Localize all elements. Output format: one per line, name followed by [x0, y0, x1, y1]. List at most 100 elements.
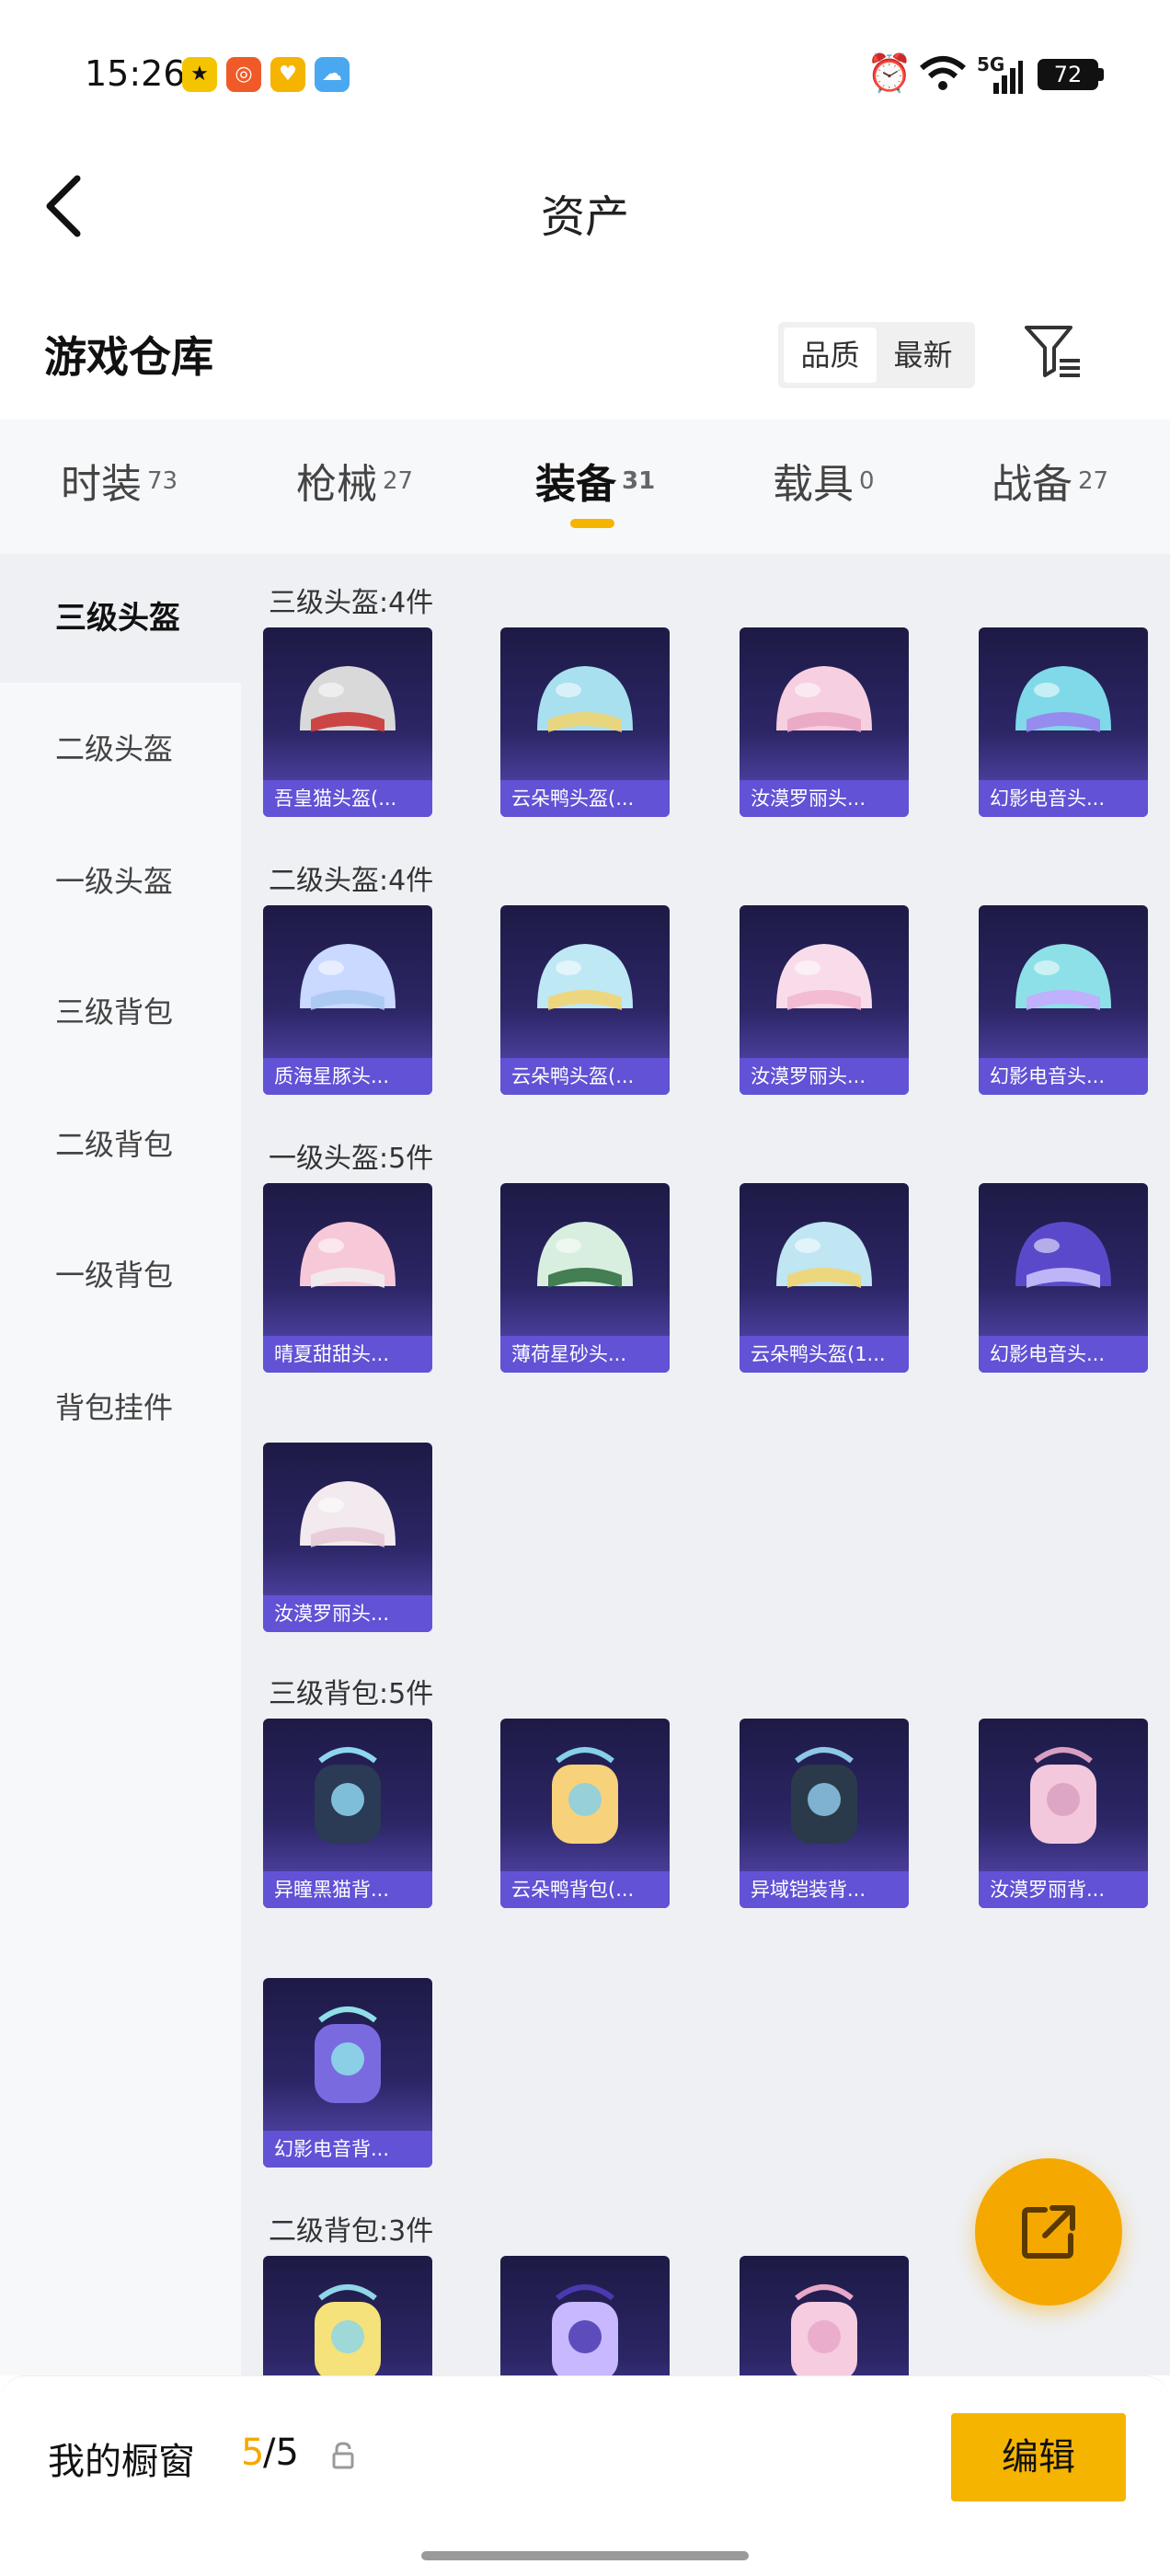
battery-icon: 72: [1038, 59, 1098, 90]
helmet-icon: [776, 666, 872, 732]
sidebar-item-level1-backpack[interactable]: 一级背包: [0, 1211, 241, 1340]
item-card[interactable]: 薄荷星砂头...: [500, 1183, 670, 1373]
item-name: 吾皇猫头盔(...: [263, 780, 432, 817]
tab-equipment[interactable]: 装备 31: [535, 451, 655, 510]
group-label: 二级背包:3件: [269, 2215, 434, 2248]
item-name: 汝漠罗丽头...: [263, 1595, 432, 1632]
tab-label: 战备: [992, 461, 1072, 508]
item-card[interactable]: 异域铠装背...: [740, 1719, 909, 1908]
share-icon: [1022, 2205, 1075, 2259]
tab-count: 27: [1078, 467, 1109, 495]
sort-quality-button[interactable]: 品质: [784, 328, 877, 383]
item-card[interactable]: 云朵鸭头盔(...: [500, 627, 670, 817]
alarm-icon: ⏰: [866, 52, 912, 95]
backpack-icon: [791, 2284, 857, 2375]
tab-count: 27: [383, 467, 414, 495]
item-card[interactable]: 吾皇猫头盔(...: [263, 627, 432, 817]
filter-icon[interactable]: [1023, 322, 1082, 381]
item-name: 汝漠罗丽背...: [979, 1871, 1148, 1908]
helmet-icon: [300, 1222, 396, 1288]
item-name: 异瞳黑猫背...: [263, 1871, 432, 1908]
sidebar-item-level2-backpack[interactable]: 二级背包: [0, 1080, 241, 1209]
tab-supplies[interactable]: 战备 27: [992, 451, 1108, 510]
group-label: 一级头盔:5件: [269, 1143, 434, 1175]
showcase-label: 我的橱窗: [48, 2441, 195, 2483]
tab-label: 枪械: [296, 461, 377, 508]
helmet-icon: [1015, 1222, 1111, 1288]
app-notification-icon: ♥: [270, 57, 305, 92]
item-card[interactable]: 幻影电音背...: [263, 1978, 432, 2168]
item-name: 汝漠罗丽头...: [740, 780, 909, 817]
item-name: 异域铠装背...: [740, 1871, 909, 1908]
item-card[interactable]: 汝漠罗丽背...: [979, 1719, 1148, 1908]
item-name: 晴夏甜甜头...: [263, 1336, 432, 1373]
lock-icon: [332, 2442, 354, 2469]
helmet-icon: [776, 944, 872, 1010]
group-label: 三级头盔:4件: [269, 587, 434, 619]
backpack-icon: [315, 2284, 381, 2375]
backpack-icon: [315, 1747, 381, 1844]
helmet-icon: [1015, 666, 1111, 732]
item-name: 幻影电音头...: [979, 780, 1148, 817]
item-name: 云朵鸭背包(...: [500, 1871, 670, 1908]
sort-toggle: 品质 最新: [778, 322, 975, 388]
item-name: 云朵鸭头盔(...: [500, 1058, 670, 1095]
item-card[interactable]: [263, 2256, 432, 2375]
item-card[interactable]: 幻影电音头...: [979, 627, 1148, 817]
subcategory-sidebar: 三级头盔 二级头盔 一级头盔 三级背包 二级背包 一级背包 背包挂件: [0, 554, 241, 2375]
helmet-icon: [776, 1222, 872, 1288]
sort-newest-button[interactable]: 最新: [877, 328, 969, 383]
active-tab-indicator: [570, 519, 614, 528]
tab-count: 31: [622, 467, 656, 495]
item-name: 云朵鸭头盔(1...: [740, 1336, 909, 1373]
sidebar-item-level3-backpack[interactable]: 三级背包: [0, 948, 241, 1076]
item-name: 幻影电音头...: [979, 1336, 1148, 1373]
item-card[interactable]: 质海星豚头...: [263, 905, 432, 1095]
tab-firearms[interactable]: 枪械 27: [296, 451, 413, 510]
sidebar-item-level3-helmet[interactable]: 三级头盔: [0, 554, 241, 683]
weather-icon: ☁: [315, 57, 350, 92]
helmet-icon: [1015, 944, 1111, 1010]
item-card[interactable]: 晴夏甜甜头...: [263, 1183, 432, 1373]
group-label: 三级背包:5件: [269, 1678, 434, 1710]
status-bar: 15:26 ★ ◎ ♥ ☁ ⏰ 5G 72: [0, 0, 1170, 147]
helmet-icon: [300, 666, 396, 732]
group-label: 二级头盔:4件: [269, 865, 434, 897]
tab-vehicles[interactable]: 载具 0: [773, 451, 875, 510]
item-card[interactable]: 汝漠罗丽头...: [740, 627, 909, 817]
share-button[interactable]: [975, 2158, 1122, 2306]
helmet-icon: [537, 944, 633, 1010]
item-name: 薄荷星砂头...: [500, 1336, 670, 1373]
edit-button[interactable]: 编辑: [951, 2413, 1126, 2501]
backpack-icon: [552, 1747, 618, 1844]
item-name: 云朵鸭头盔(...: [500, 780, 670, 817]
item-name: 质海星豚头...: [263, 1058, 432, 1095]
page-title: 资产: [540, 191, 629, 243]
showcase-used-count: 5: [241, 2432, 265, 2474]
item-card[interactable]: 云朵鸭背包(...: [500, 1719, 670, 1908]
helmet-icon: [300, 1481, 396, 1547]
signal-icon: [993, 61, 1023, 94]
item-card[interactable]: 汝漠罗丽头...: [740, 905, 909, 1095]
sidebar-item-level1-helmet[interactable]: 一级头盔: [0, 817, 241, 946]
sidebar-item-level2-helmet[interactable]: 二级头盔: [0, 684, 241, 813]
helmet-icon: [537, 1222, 633, 1288]
item-card[interactable]: 异瞳黑猫背...: [263, 1719, 432, 1908]
item-card[interactable]: 云朵鸭头盔(...: [500, 905, 670, 1095]
item-card[interactable]: 幻影电音头...: [979, 905, 1148, 1095]
showcase-total-count: /5: [263, 2432, 299, 2474]
item-grid: 三级头盔:4件吾皇猫头盔(... 云朵鸭头盔(... 汝漠罗丽头... 幻影电音头..…: [241, 554, 1170, 2375]
item-name: 汝漠罗丽头...: [740, 1058, 909, 1095]
home-indicator: [421, 2551, 749, 2560]
tab-fashion[interactable]: 时装 73: [61, 451, 178, 510]
item-card[interactable]: [740, 2256, 909, 2375]
battery-tip: [1098, 68, 1104, 81]
category-tabs: 时装 73 枪械 27 装备 31 载具 0 战备 27: [0, 420, 1170, 554]
item-card[interactable]: 幻影电音头...: [979, 1183, 1148, 1373]
backpack-icon: [791, 1747, 857, 1844]
tab-count: 0: [859, 467, 875, 495]
item-card[interactable]: 汝漠罗丽头...: [263, 1443, 432, 1632]
item-card[interactable]: [500, 2256, 670, 2375]
item-card[interactable]: 云朵鸭头盔(1...: [740, 1183, 909, 1373]
sidebar-item-backpack-charm[interactable]: 背包挂件: [0, 1343, 241, 1472]
